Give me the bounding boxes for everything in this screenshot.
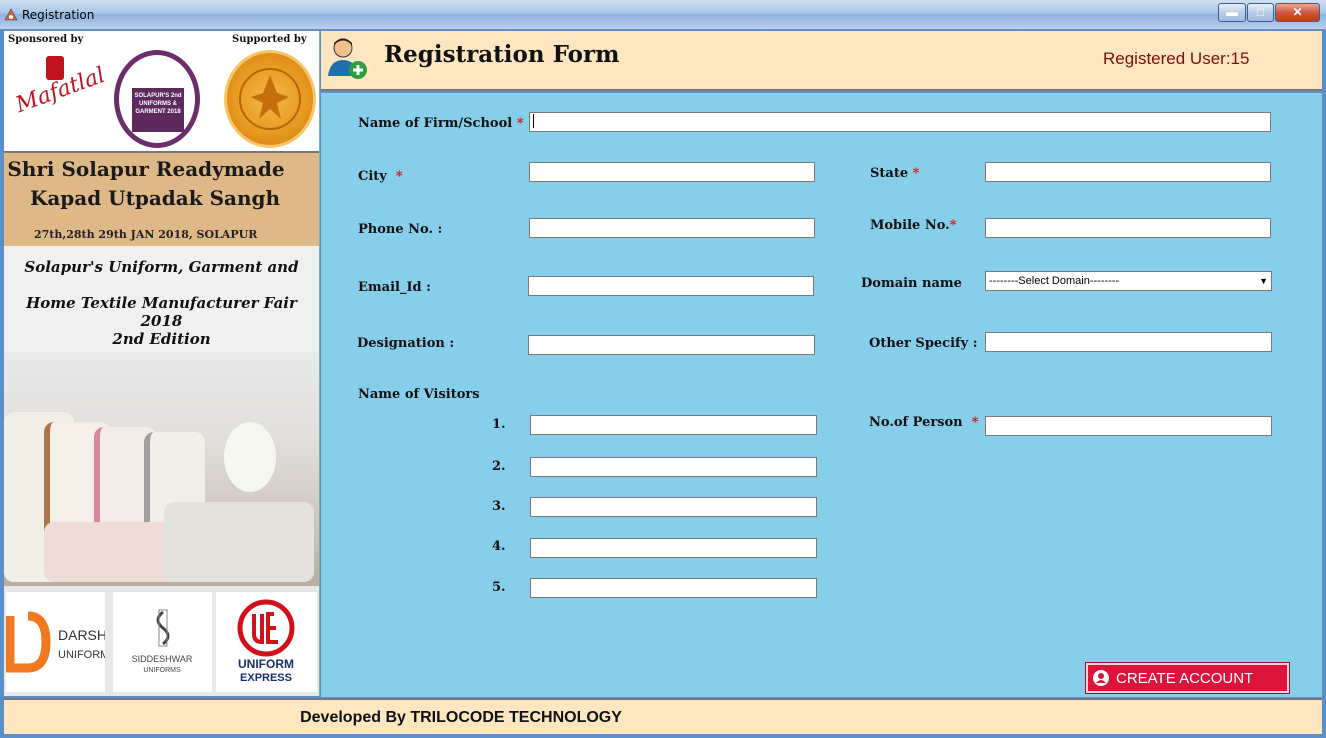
darshan-name: DARSHAN [58, 627, 105, 643]
maximize-icon: □ [1256, 5, 1265, 19]
required-marker: * [395, 169, 403, 184]
required-marker: * [912, 166, 920, 181]
close-button[interactable]: ✕ [1275, 3, 1320, 22]
darshan-mark-icon: DARSHAN UNIFORMS [5, 611, 126, 673]
siddeshwar-sub: UNIFORMS [143, 667, 181, 674]
towels-photo [4, 352, 319, 586]
visitor-1-input[interactable] [530, 415, 817, 435]
domain-selected-value: --------Select Domain-------- [989, 275, 1120, 287]
seal-emblem-icon [239, 68, 301, 130]
visitor-number: 3. [492, 499, 506, 514]
uniform-express-logo: UNIFORM EXPRESS [216, 592, 317, 692]
org-name-line1: Shri Solapur Readymade [7, 157, 285, 181]
registered-user-count: Registered User:15 [1103, 49, 1250, 68]
title-bar[interactable] [0, 0, 1326, 30]
fair-title-line2: Home Textile Manufacturer Fair 2018 [26, 294, 297, 330]
visitor-number: 1. [492, 417, 506, 432]
city-label-text: City [358, 169, 387, 184]
firm-label-text: Name of Firm/School [358, 116, 513, 131]
persons-label: No.of Person * [869, 415, 979, 430]
uniform-express-mark-icon: UNIFORM EXPRESS [237, 599, 295, 684]
minimize-icon: ▬ [1226, 5, 1238, 19]
user-icon [1093, 670, 1109, 686]
visitor-3-input[interactable] [530, 497, 817, 517]
organization-name: Shri Solapur Readymade Kapad Utpadak San… [4, 155, 288, 213]
persons-input[interactable] [985, 416, 1272, 436]
chevron-down-icon: ▼ [1259, 276, 1268, 286]
create-account-label: CREATE ACCOUNT [1116, 669, 1254, 687]
visitor-number: 4. [492, 539, 506, 554]
designation-label: Designation : [357, 336, 455, 351]
state-label-text: State [870, 166, 909, 181]
window-title: Registration [22, 8, 95, 22]
sponsored-label: Sponsored by [8, 34, 84, 45]
email-input[interactable] [528, 276, 814, 296]
required-marker: * [949, 218, 957, 233]
siddeshwar-mark-icon: SIDDESHWAR UNIFORMS [132, 609, 193, 674]
other-specify-label: Other Specify : [869, 336, 978, 351]
phone-input[interactable] [529, 218, 815, 238]
firm-name-input[interactable] [529, 112, 1271, 132]
visitors-label: Name of Visitors [358, 387, 480, 402]
siddeshwar-name: SIDDESHWAR [132, 654, 193, 664]
firm-label: Name of Firm/School * [358, 116, 524, 131]
visitor-2-input[interactable] [530, 457, 817, 477]
close-icon: ✕ [1292, 5, 1303, 19]
app-icon [4, 8, 18, 21]
fair-title-line1: Solapur's Uniform, Garment and [24, 258, 299, 276]
maximize-button[interactable]: □ [1247, 3, 1274, 22]
city-label: City * [358, 169, 403, 184]
uniform-sub: EXPRESS [240, 672, 292, 684]
create-account-button[interactable]: CREATE ACCOUNT [1085, 662, 1290, 694]
uniform-name: UNIFORM [238, 657, 294, 671]
state-input[interactable] [985, 162, 1271, 182]
darshan-sub: UNIFORMS [58, 649, 105, 661]
domain-label: Domain name [861, 276, 962, 291]
required-marker: * [971, 415, 979, 430]
footer-credit: Developed By TRILOCODE TECHNOLOGY [300, 709, 622, 726]
page-title: Registration Form [384, 41, 620, 68]
siddeshwar-logo: SIDDESHWAR UNIFORMS [113, 592, 212, 692]
event-dates: 27th,28th 29th JAN 2018, SOLAPUR [34, 228, 258, 241]
window-frame-bottom [0, 734, 1326, 738]
mobile-input[interactable] [985, 218, 1271, 238]
mobile-label-text: Mobile No. [870, 218, 950, 233]
visitor-number: 2. [492, 459, 506, 474]
org-name-line2: Kapad Utpadak Sangh [29, 186, 281, 210]
fair-edition: 2nd Edition [112, 330, 211, 348]
darshan-logo: DARSHAN UNIFORMS [5, 592, 126, 692]
designation-input[interactable] [528, 335, 815, 355]
visitor-4-input[interactable] [530, 538, 817, 558]
required-marker: * [516, 116, 524, 131]
phone-label: Phone No. : [358, 222, 443, 237]
email-label: Email_Id : [358, 280, 431, 295]
state-label: State * [870, 166, 919, 181]
other-specify-input[interactable] [985, 332, 1272, 352]
visitor-5-input[interactable] [530, 578, 817, 598]
persons-label-text: No.of Person [869, 415, 963, 430]
user-add-icon [328, 38, 367, 79]
fair-badge-text: SOLAPUR'S 2nd UNIFORMS & GARMENT 2018 [132, 88, 184, 132]
supported-label: Supported by [232, 34, 307, 45]
domain-select[interactable]: --------Select Domain-------- ▼ [985, 271, 1272, 291]
city-input[interactable] [529, 162, 815, 182]
government-seal-logo [224, 50, 316, 148]
mobile-label: Mobile No.* [870, 218, 957, 233]
minimize-button[interactable]: ▬ [1218, 3, 1246, 22]
visitor-number: 5. [492, 580, 506, 595]
